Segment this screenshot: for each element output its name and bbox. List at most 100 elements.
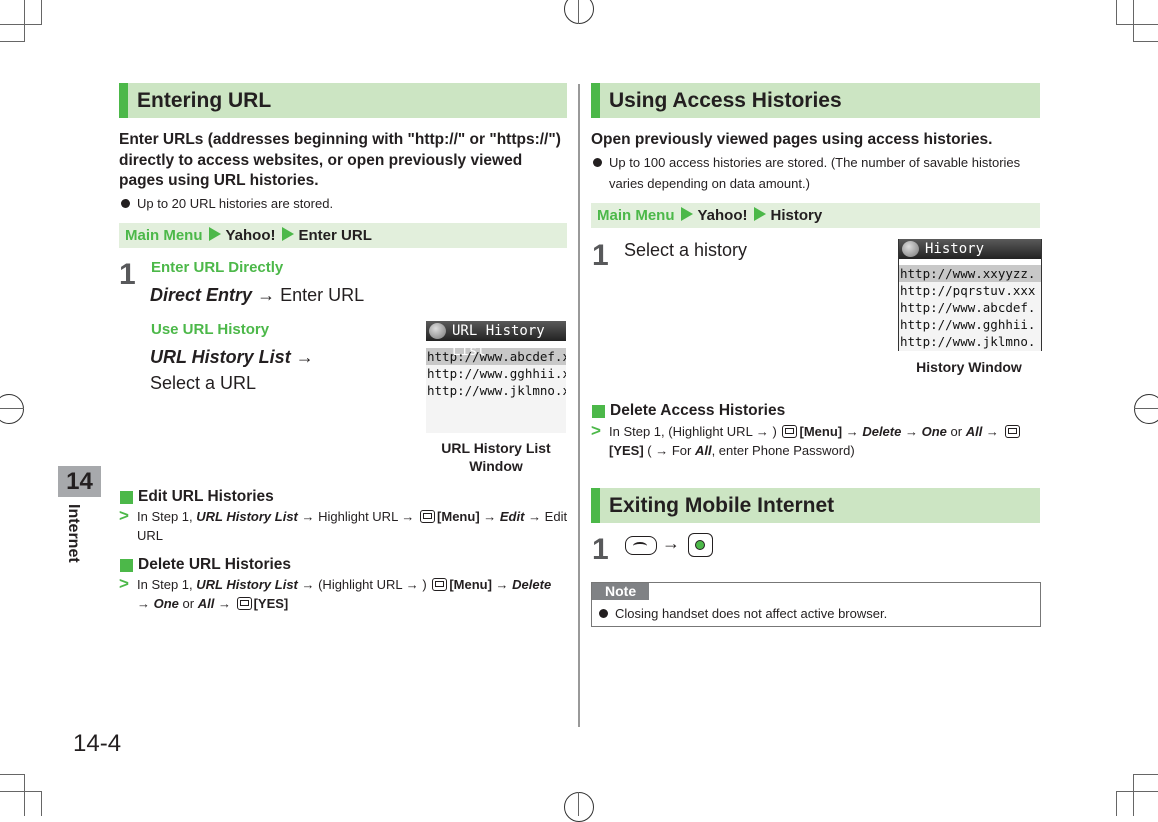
note-box: Note Closing handset does not affect act… (591, 582, 1041, 627)
path-main-menu: Main Menu (125, 227, 203, 244)
text: → (842, 424, 863, 439)
path-arrow-icon (281, 227, 294, 241)
screen-title-bar: URL History List (426, 321, 566, 359)
text: , enter Phone Password) (711, 443, 855, 458)
url-history-step: URL History List → Select a URL (150, 344, 410, 396)
text: → (137, 596, 154, 611)
text: Delete (512, 577, 552, 592)
text: One (153, 596, 179, 611)
mail-key-icon (432, 578, 448, 591)
entering-url-lead: Enter URLs (addresses beginning with "ht… (119, 131, 561, 189)
enter-url-label: Enter URL (280, 285, 365, 305)
select-history-step: Select a history (624, 240, 748, 260)
list-item[interactable]: http://www.gghhii.xx (426, 365, 566, 382)
text: Edit (499, 509, 525, 524)
edit-url-histories-heading: Edit URL Histories (119, 488, 274, 506)
history-screen-caption: History Window (916, 359, 1022, 375)
text: In Step 1, (Highlight URL → ) (609, 424, 781, 439)
mail-key-icon (1004, 425, 1020, 438)
text: → (901, 424, 922, 439)
text: → (491, 577, 513, 592)
text: or (178, 596, 198, 611)
path-main-menu: Main Menu (597, 207, 675, 224)
list-item[interactable]: http://www.abcdef. (899, 299, 1041, 316)
step-number: 1 (592, 533, 609, 566)
direct-entry-label: Direct Entry (150, 285, 253, 305)
page-number: 14-4 (73, 730, 122, 757)
text: → Highlight URL → (297, 509, 419, 524)
url-globe-icon (429, 323, 446, 339)
direct-entry-step: Direct Entry → Enter URL (150, 282, 364, 308)
arrow-icon: → (295, 347, 314, 367)
procedure-chevron-icon: > (119, 574, 129, 593)
list-item[interactable]: http://www.jklmno. (899, 333, 1041, 350)
note-text: Closing handset does not affect active b… (597, 603, 1045, 624)
text: → (Highlight URL → ) (297, 577, 431, 592)
url-history-screen-caption: URL History List Window (426, 439, 566, 475)
text: → (479, 509, 500, 524)
list-item[interactable]: http://www.jklmno.xx (426, 382, 566, 399)
delete-url-histories-heading: Delete URL Histories (119, 556, 291, 574)
enter-url-directly-heading: Enter URL Directly (151, 259, 284, 276)
list-item[interactable]: http://pqrstuv.xxx (899, 282, 1041, 299)
text: All (965, 424, 983, 439)
history-globe-icon (902, 241, 919, 257)
note-label: Note (592, 583, 650, 600)
procedure-chevron-icon: > (591, 421, 601, 440)
text: In Step 1, (137, 577, 197, 592)
caption-line: Window (469, 458, 523, 474)
list-item[interactable]: http://www.xxyyzz. (899, 265, 1041, 282)
center-key-icon (688, 533, 713, 557)
screen-title-bar: History (899, 239, 1041, 259)
mail-key-icon (236, 597, 252, 610)
path-yahoo: Yahoo! (225, 227, 276, 244)
step-number: 1 (592, 239, 609, 272)
text: [Menu] (437, 509, 480, 524)
text: [Menu] (799, 424, 843, 439)
text: One (921, 424, 947, 439)
text: ( → For (643, 443, 695, 458)
text: → (982, 424, 1003, 439)
access-histories-bullet: Up to 100 access histories are stored. (… (591, 152, 1049, 194)
text: Delete (862, 424, 902, 439)
section-title-exiting: Exiting Mobile Internet (591, 488, 1040, 523)
text: [YES] (253, 596, 289, 611)
text: URL History List (196, 509, 298, 524)
chapter-number-tab: 14 (58, 466, 101, 497)
menu-path-history: Main Menu Yahoo! History (591, 203, 1040, 228)
text: → (214, 596, 235, 611)
arrow-icon: → (257, 285, 276, 305)
path-yahoo: Yahoo! (697, 207, 748, 224)
list-item[interactable]: http://www.abcdef.xx (426, 348, 566, 365)
access-histories-lead: Open previously viewed pages using acces… (591, 131, 993, 148)
procedure-chevron-icon: > (119, 506, 129, 525)
text: URL History List (196, 577, 298, 592)
path-enter-url: Enter URL (298, 227, 372, 244)
section-title-entering-url: Entering URL (119, 83, 567, 118)
select-url-label: Select a URL (150, 373, 257, 393)
section-title-access-histories: Using Access Histories (591, 83, 1040, 118)
delete-url-histories-procedure: > In Step 1, URL History List → (Highligh… (119, 574, 567, 613)
caption-line: URL History List (441, 440, 551, 456)
text: [YES] (609, 443, 644, 458)
text: [Menu] (449, 577, 492, 592)
history-screen: History http://www.xxyyzz. http://pqrstu… (898, 239, 1042, 351)
delete-access-histories-procedure: > In Step 1, (Highlight URL → ) [Menu] → … (591, 421, 1054, 460)
arrow-icon: → (662, 533, 680, 553)
list-item[interactable]: http://www.gghhii. (899, 316, 1041, 333)
screen-title: History (925, 241, 985, 257)
path-arrow-icon (208, 227, 221, 241)
path-arrow-icon (753, 207, 766, 221)
url-history-list-label: URL History List (150, 347, 291, 367)
mail-key-icon (420, 510, 436, 523)
path-arrow-icon (680, 207, 693, 221)
end-key-icon (625, 536, 657, 555)
step-number: 1 (119, 258, 136, 291)
text: All (694, 443, 712, 458)
url-history-list-screen: URL History List http://www.abcdef.xx ht… (426, 321, 566, 433)
column-divider (578, 84, 580, 727)
path-history: History (770, 207, 823, 224)
chapter-label: Internet (65, 504, 82, 563)
use-url-history-heading: Use URL History (151, 321, 270, 338)
edit-url-histories-procedure: > In Step 1, URL History List → Highlight… (119, 506, 587, 545)
